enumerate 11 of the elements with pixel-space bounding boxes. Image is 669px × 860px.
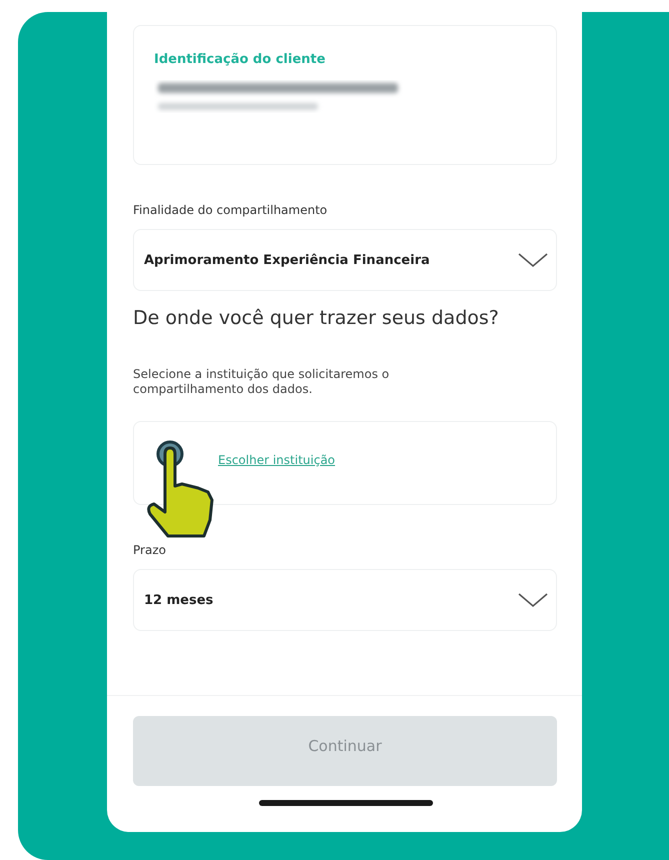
description-text: Selecione a instituição que solicitaremos o compartilhamento dos dados.: [133, 367, 390, 397]
card-title: Identificação do cliente: [154, 52, 326, 67]
dropdown-value: Aprimoramento Experiência Financeira: [144, 252, 430, 268]
chevron-down-icon: [518, 252, 548, 268]
purpose-dropdown[interactable]: Aprimoramento Experiência Financeira: [133, 229, 557, 291]
term-dropdown[interactable]: 12 meses: [133, 569, 557, 631]
section-heading: De onde você quer trazer seus dados?: [133, 307, 500, 329]
dropdown-value: 12 meses: [144, 592, 214, 608]
field-label: Finalidade do compartilhamento: [133, 203, 328, 217]
field-label: Prazo: [133, 543, 167, 557]
chevron-down-icon: [518, 592, 548, 608]
